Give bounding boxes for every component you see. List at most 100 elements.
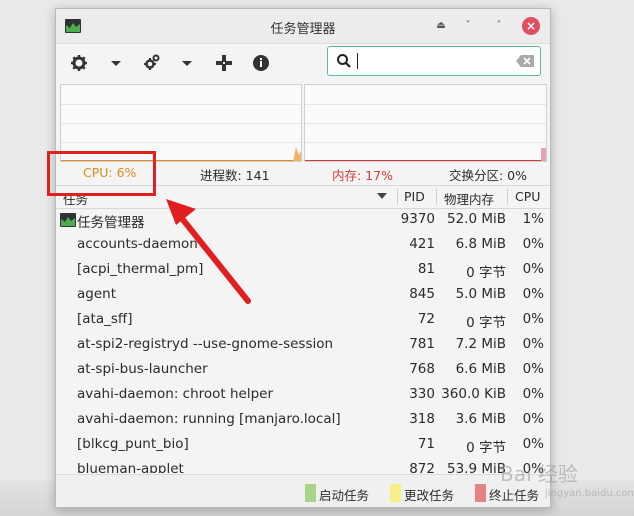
process-pid: 318 (409, 411, 435, 427)
process-pid: 72 (417, 311, 435, 327)
process-memory: 6.6 MiB (455, 361, 506, 377)
crosshair-icon (216, 55, 232, 71)
cpu-highlight-box (47, 151, 156, 196)
task-manager-window: 任务管理器 ⏏ ˅ ˄ × CPU: 6% 进程数: 141 内存: 17% 交… (55, 8, 551, 508)
memory-graph-bar (541, 148, 546, 161)
table-row[interactable]: [acpi_thermal_pm] 81 0 字节 0% (56, 258, 550, 283)
process-settings-dropdown[interactable] (176, 52, 198, 74)
process-memory: 0 字节 (466, 315, 506, 331)
process-pid: 71 (417, 436, 435, 452)
eject-icon: ⏏ (436, 20, 446, 31)
process-settings-button[interactable] (141, 52, 163, 74)
settings-dropdown[interactable] (105, 52, 127, 74)
process-name: avahi-daemon: running [manjaro.local] (77, 411, 341, 427)
process-name: [blkcg_punt_bio] (77, 436, 189, 452)
process-name: at-spi-bus-launcher (77, 361, 208, 377)
process-name: 任务管理器 (77, 215, 145, 231)
legend-change-label: 更改任务 (404, 488, 455, 503)
close-button[interactable]: × (522, 17, 540, 35)
process-memory: 6.8 MiB (455, 236, 506, 252)
process-cpu: 0% (522, 411, 544, 427)
process-memory: 52.0 MiB (446, 211, 506, 227)
table-row[interactable]: at-spi2-registryd --use-gnome-session 78… (56, 333, 550, 358)
table-row[interactable]: avahi-daemon: chroot helper 330 360.0 Ki… (56, 383, 550, 408)
settings-button[interactable] (68, 52, 90, 74)
task-manager-app-icon (60, 213, 76, 227)
toolbar (56, 44, 550, 84)
process-pid: 768 (409, 361, 435, 377)
table-row[interactable]: agent 845 5.0 MiB 0% (56, 283, 550, 308)
watermark: Bai 经验 (500, 462, 578, 486)
about-button[interactable] (250, 52, 272, 74)
titlebar: 任务管理器 ⏏ ˅ ˄ × (56, 9, 550, 44)
search-icon (337, 54, 351, 68)
column-pid[interactable]: PID (404, 189, 425, 204)
process-memory: 53.9 MiB (446, 461, 506, 473)
process-pid: 9370 (400, 211, 435, 227)
legend-swatch-yellow (390, 484, 401, 502)
process-memory: 7.2 MiB (455, 336, 506, 352)
search-input[interactable] (362, 50, 506, 72)
memory-graph (304, 84, 547, 162)
maximize-icon: ˄ (496, 20, 502, 31)
process-name: at-spi2-registryd --use-gnome-session (77, 336, 334, 352)
process-pid: 421 (409, 236, 435, 252)
table-row[interactable]: avahi-daemon: running [manjaro.local] 31… (56, 408, 550, 433)
process-memory: 0 字节 (466, 265, 506, 281)
process-name: agent (77, 286, 116, 302)
column-memory[interactable]: 物理内存 (444, 189, 494, 208)
table-row[interactable]: 任务管理器 9370 52.0 MiB 1% (56, 208, 550, 233)
clear-search-icon[interactable] (516, 55, 534, 67)
process-pid: 845 (409, 286, 435, 302)
caret-down-icon (182, 61, 192, 66)
table-row[interactable]: [blkcg_punt_bio] 71 0 字节 0% (56, 433, 550, 458)
process-name: blueman-applet (77, 461, 184, 473)
sort-caret-icon[interactable] (377, 193, 387, 201)
caret-down-icon (111, 61, 121, 66)
close-icon: × (525, 19, 537, 33)
process-cpu: 0% (522, 236, 544, 252)
cpu-graph-spike (293, 147, 301, 161)
legend-end-label: 终止任务 (489, 488, 540, 503)
process-cpu: 0% (522, 436, 544, 452)
process-pid: 781 (409, 336, 435, 352)
minimize-button[interactable]: ˅ (460, 18, 476, 34)
process-cpu: 0% (522, 361, 544, 377)
process-pid: 330 (409, 386, 435, 402)
process-memory: 0 字节 (466, 440, 506, 456)
process-pid: 872 (409, 461, 435, 473)
swap-usage: 交换分区: 0% (449, 168, 528, 183)
gear-icon (71, 55, 87, 71)
process-cpu: 0% (522, 286, 544, 302)
legend-bar: 启动任务 更改任务 终止任务 (56, 474, 550, 507)
process-list: 任务管理器 9370 52.0 MiB 1% accounts-daemon 4… (56, 208, 550, 473)
memory-usage: 内存: 17% (332, 168, 393, 183)
legend-swatch-red (475, 484, 486, 502)
keep-above-button[interactable]: ⏏ (433, 18, 449, 34)
process-name: avahi-daemon: chroot helper (77, 386, 274, 402)
gears-icon (144, 54, 160, 70)
process-count: 进程数: 141 (200, 168, 270, 183)
maximize-button[interactable]: ˄ (491, 18, 507, 34)
process-pid: 81 (417, 261, 435, 277)
watermark-url: jingyan.baidu.com (545, 488, 634, 499)
process-name: [ata_sff] (77, 311, 133, 327)
annotation-arrow-icon (166, 199, 251, 304)
process-cpu: 0% (522, 336, 544, 352)
identify-window-button[interactable] (213, 52, 235, 74)
table-row[interactable]: blueman-applet 872 53.9 MiB 0% (56, 458, 550, 473)
text-cursor (357, 53, 358, 69)
process-memory: 5.0 MiB (455, 286, 506, 302)
legend-swatch-green (305, 484, 316, 502)
minimize-icon: ˅ (465, 20, 471, 31)
table-row[interactable]: accounts-daemon 421 6.8 MiB 0% (56, 233, 550, 258)
table-row[interactable]: [ata_sff] 72 0 字节 0% (56, 308, 550, 333)
process-cpu: 0% (522, 386, 544, 402)
search-box[interactable] (327, 46, 541, 76)
table-row[interactable]: at-spi-bus-launcher 768 6.6 MiB 0% (56, 358, 550, 383)
process-cpu: 1% (522, 211, 544, 227)
column-cpu[interactable]: CPU (515, 189, 540, 204)
process-memory: 360.0 KiB (441, 386, 506, 402)
process-cpu: 0% (522, 261, 544, 277)
legend-start-label: 启动任务 (319, 488, 370, 503)
